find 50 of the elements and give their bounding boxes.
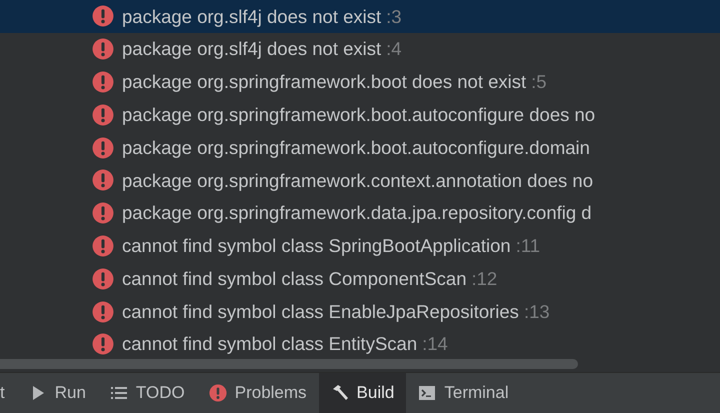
error-icon [92, 202, 114, 224]
error-icon [92, 268, 114, 290]
message-text: cannot find symbol class EntityScan [122, 332, 418, 356]
message-text: cannot find symbol class EnableJpaRepositories [122, 300, 519, 324]
line-number: :3 [386, 4, 402, 29]
line-number: :13 [524, 300, 550, 324]
message-text: cannot find symbol class SpringBootApplication [122, 234, 511, 258]
tool-window-tab[interactable]: TODO [98, 373, 197, 413]
tool-window-tab[interactable]: Build [318, 373, 406, 413]
message-text: package org.springframework.boot does not exist [122, 70, 526, 94]
tool-window-tab[interactable]: Problems [196, 373, 319, 413]
error-icon [92, 234, 114, 257]
error-icon [92, 169, 114, 192]
hammer-icon [330, 384, 349, 402]
message-row[interactable]: package org.springframework.context.annotation does no [0, 164, 720, 197]
message-text: package org.springframework.context.annotation does no [122, 168, 594, 193]
message-row[interactable]: cannot find symbol class EntityScan :14 [0, 328, 720, 356]
message-row[interactable]: package org.slf4j does not exist :4 [0, 32, 720, 66]
line-number: :11 [516, 234, 540, 258]
tool-window-tab[interactable]: Run [16, 373, 98, 413]
tool-window-tab[interactable]: t [0, 373, 17, 413]
message-text: package org.springframework.boot.autoconfigure.domain [122, 136, 590, 160]
message-row[interactable]: package org.springframework.boot.autoconfigure does no [0, 98, 720, 132]
error-icon [92, 38, 114, 60]
list-icon [110, 384, 128, 402]
line-number: :4 [386, 37, 402, 62]
line-number: :12 [472, 266, 498, 291]
message-row[interactable]: cannot find symbol class SpringBootApplication :11 [0, 230, 720, 262]
message-row[interactable]: cannot find symbol class ComponentScan :12 [0, 262, 720, 296]
tool-window-tab[interactable]: Terminal [406, 373, 521, 413]
message-row[interactable]: cannot find symbol class EnableJpaRepositories :13 [0, 295, 720, 328]
error-icon [92, 300, 114, 323]
message-text: package org.slf4j does not exist [122, 37, 382, 62]
error-icon [208, 384, 227, 402]
message-text: package org.springframework.boot.autoconfigure does no [122, 102, 596, 127]
message-text: package org.slf4j does not exist [122, 4, 382, 29]
line-number: :14 [422, 332, 448, 356]
message-row[interactable]: package org.springframework.data.jpa.repository.config d [0, 196, 720, 230]
scrollbar-thumb[interactable] [0, 359, 578, 369]
error-icon [92, 5, 114, 28]
line-number: :5 [531, 70, 547, 94]
message-row[interactable]: package org.springframework.boot does not exist :5 [0, 66, 720, 98]
message-text: package org.springframework.data.jpa.repository.config d [122, 201, 592, 226]
message-text: cannot find symbol class ComponentScan [122, 266, 466, 291]
error-icon [92, 70, 114, 93]
error-icon [92, 104, 114, 126]
message-row[interactable]: package org.springframework.boot.autoconfigure.domain [0, 131, 720, 164]
error-icon [92, 136, 114, 159]
terminal-icon [418, 384, 436, 402]
message-row[interactable]: package org.slf4j does not exist :3 [0, 0, 720, 33]
